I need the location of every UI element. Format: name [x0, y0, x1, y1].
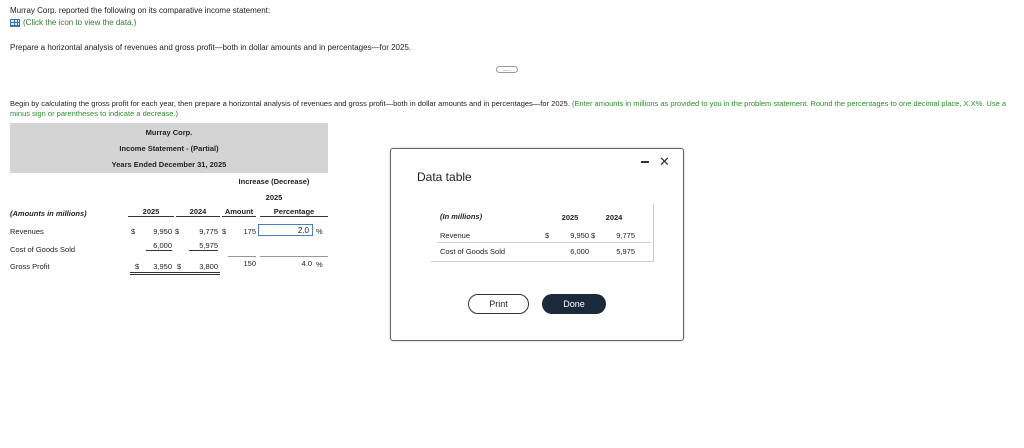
col-percentage: Percentage — [260, 207, 328, 217]
data-table-icon[interactable] — [10, 18, 20, 27]
row-revenues-2025: 9,950 — [153, 227, 172, 236]
dt-cogs-2024: 5,975 — [616, 247, 635, 256]
dt-revenue-2024: 9,775 — [616, 231, 635, 240]
row-gross-2025: 3,950 — [153, 262, 172, 271]
row-gross-percentage: 4.0 — [301, 259, 312, 268]
row-revenues-amount: 175 — [243, 227, 256, 236]
revenues-percentage-input[interactable]: 2.0 — [258, 224, 313, 236]
amount-separator — [228, 256, 256, 257]
col-2025: 2025 — [128, 207, 174, 217]
row-revenues-currency-2024: $ — [175, 227, 180, 236]
dt-col-2024: 2024 — [605, 213, 623, 222]
statement-subtitle: Income Statement - (Partial) — [119, 144, 219, 153]
row-gross-pct-sign: % — [316, 260, 323, 269]
view-data-link-label[interactable]: (Click the icon to view the data.) — [23, 18, 136, 27]
data-table: (In millions) 2025 2024 Revenue $ 9,950 … — [431, 204, 654, 262]
gross-double-underline-2 — [130, 274, 220, 275]
view-data-link[interactable]: (Click the icon to view the data.) — [10, 18, 136, 27]
minimize-icon[interactable] — [641, 161, 649, 163]
print-button[interactable]: Print — [468, 294, 529, 314]
dt-col-2025: 2025 — [561, 213, 579, 222]
close-icon[interactable]: ✕ — [659, 154, 670, 170]
statement-period: Years Ended December 31, 2025 — [111, 160, 227, 169]
dt-revenue-2025: 9,950 — [570, 231, 589, 240]
gross-double-underline — [130, 272, 220, 273]
amounts-label: (Amounts in millions) — [10, 209, 87, 218]
increase-decrease-header: Increase (Decrease) — [238, 177, 310, 186]
problem-intro: Murray Corp. reported the following on i… — [10, 6, 271, 15]
done-button[interactable]: Done — [542, 294, 606, 314]
increase-year-header: 2025 — [265, 193, 283, 202]
row-gross-label: Gross Profit — [10, 262, 50, 271]
row-cogs-2025: 6,000 — [146, 241, 172, 251]
row-cogs-2024: 5,975 — [189, 241, 218, 251]
dialog-title: Data table — [417, 170, 472, 184]
row-gross-currency-2024: $ — [177, 262, 182, 271]
instructions: Begin by calculating the gross profit fo… — [10, 99, 1024, 119]
data-table-dialog: Data table ✕ (In millions) 2025 2024 Rev… — [390, 148, 684, 341]
dt-cogs-label: Cost of Goods Sold — [440, 247, 506, 256]
percentage-separator — [260, 256, 328, 257]
dt-revenue-label: Revenue — [440, 231, 471, 240]
row-revenues-pct-sign: % — [316, 227, 323, 236]
expand-dots-button[interactable]: .... — [496, 66, 518, 73]
row-gross-amount: 150 — [243, 259, 256, 268]
row-revenues-currency-amount: $ — [222, 227, 227, 236]
row-revenues-2024: 9,775 — [199, 227, 218, 236]
problem-prompt: Prepare a horizontal analysis of revenue… — [10, 43, 412, 52]
company-name: Murray Corp. — [145, 128, 193, 137]
col-2024: 2024 — [176, 207, 220, 217]
instructions-main: Begin by calculating the gross profit fo… — [10, 99, 570, 108]
row-gross-2024: 3,800 — [199, 262, 218, 271]
col-amount: Amount — [222, 207, 256, 217]
row-revenues-label: Revenues — [10, 227, 44, 236]
dt-row-separator — [437, 242, 651, 243]
dt-label-header: (In millions) — [440, 212, 483, 221]
row-cogs-label: Cost of Goods Sold — [10, 245, 76, 254]
dt-cogs-2025: 6,000 — [570, 247, 589, 256]
row-gross-currency: $ — [135, 262, 140, 271]
row-revenues-currency: $ — [131, 227, 136, 236]
dt-revenue-currency: $ — [545, 231, 550, 240]
dt-revenue-currency-2024: $ — [591, 231, 596, 240]
